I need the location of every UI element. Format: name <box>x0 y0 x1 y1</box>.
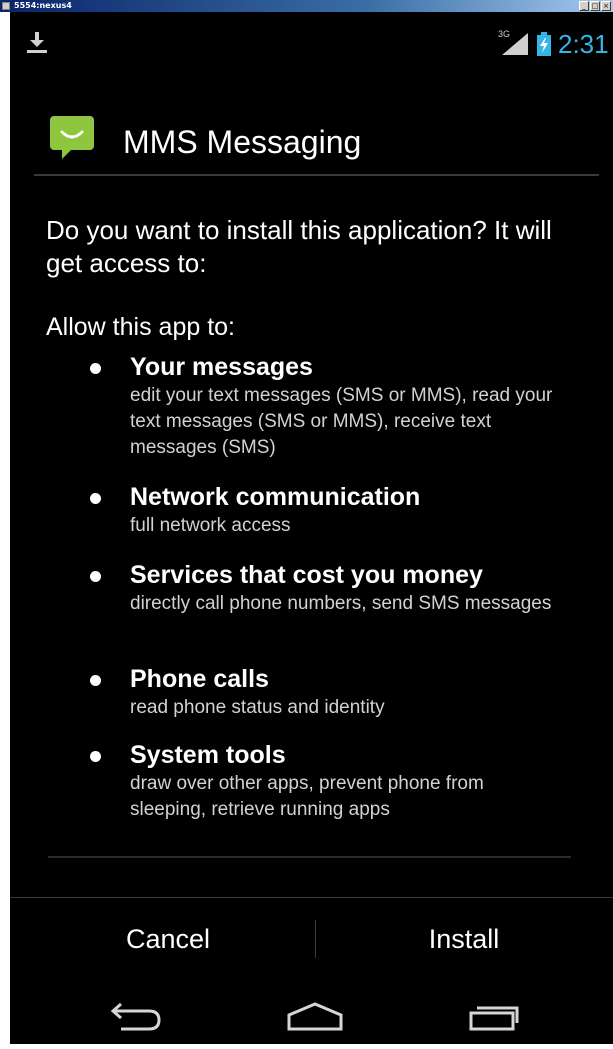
permission-description: read phone status and identity <box>130 697 385 718</box>
permission-title: Phone calls <box>130 665 269 693</box>
recent-apps-icon <box>469 1006 519 1031</box>
bullet-icon <box>90 363 101 374</box>
permission-description: draw over other apps, prevent phone from… <box>130 773 484 820</box>
signal-icon <box>502 33 528 55</box>
install-question: Do you want to install this application?… <box>46 215 552 278</box>
home-icon <box>287 1002 343 1031</box>
maximize-button[interactable]: □ <box>590 1 600 11</box>
content-divider <box>48 856 571 858</box>
recent-apps-button[interactable] <box>435 987 555 1044</box>
button-bar-divider <box>10 897 613 898</box>
bullet-icon <box>90 571 101 582</box>
back-button[interactable] <box>75 987 195 1044</box>
permission-title: Services that cost you money <box>130 561 483 589</box>
bullet-icon <box>90 493 101 504</box>
install-button[interactable]: Install <box>314 900 613 978</box>
permission-title: Your messages <box>130 353 313 381</box>
header-divider <box>34 174 599 176</box>
window-controls: _ □ × <box>579 1 611 11</box>
cancel-button[interactable]: Cancel <box>18 900 318 978</box>
permission-description: directly call phone numbers, send SMS me… <box>130 593 552 614</box>
app-header: MMS Messaging <box>10 102 613 172</box>
navigation-bar <box>10 987 613 1044</box>
permission-title: System tools <box>130 741 286 769</box>
battery-charging-icon <box>537 32 551 56</box>
emulator-app-icon <box>2 2 10 10</box>
home-button[interactable] <box>255 987 375 1044</box>
download-notification-icon[interactable] <box>27 32 47 54</box>
back-icon <box>110 1002 161 1031</box>
permission-description: edit your text messages (SMS or MMS), re… <box>130 385 553 458</box>
status-bar: 3G 2:31 <box>10 12 613 58</box>
phone-screen: 3G 2:31 MMS Messaging Do you want to ins… <box>10 12 613 1044</box>
permission-title: Network communication <box>130 483 421 511</box>
close-button[interactable]: × <box>601 1 611 11</box>
signal-indicator: 3G <box>498 29 530 55</box>
permission-description: full network access <box>130 515 291 536</box>
app-name: MMS Messaging <box>123 124 362 160</box>
bullet-icon <box>90 675 101 686</box>
allow-heading: Allow this app to: <box>46 313 235 341</box>
messaging-smiley-icon <box>50 116 94 159</box>
emulator-titlebar: 5554:nexus4 _ □ × <box>0 0 613 12</box>
emulator-window-title: 5554:nexus4 <box>14 1 72 10</box>
bullet-icon <box>90 751 101 762</box>
status-clock: 2:31 <box>558 29 609 59</box>
minimize-button[interactable]: _ <box>579 1 589 11</box>
